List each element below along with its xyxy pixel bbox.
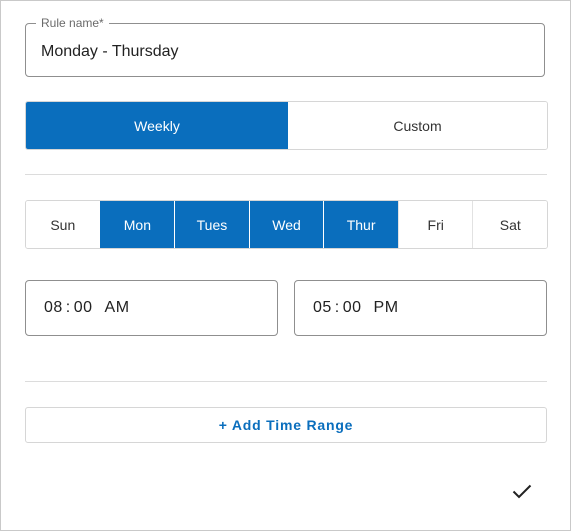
section-divider [25,381,547,382]
schedule-mode-toggle: Weekly Custom [25,101,548,150]
section-divider [25,174,547,175]
start-time-separator: : [65,299,71,316]
end-time-separator: : [334,299,340,316]
weekly-button[interactable]: Weekly [26,102,288,149]
day-selector: Sun Mon Tues Wed Thur Fri Sat [25,200,548,249]
rule-name-field[interactable]: Rule name* Monday - Thursday [25,16,545,77]
start-hour[interactable]: 08 [44,299,63,317]
end-time-input[interactable]: 05 : 00 PM [294,280,547,336]
day-fri[interactable]: Fri [397,201,473,248]
day-mon[interactable]: Mon [99,201,175,248]
add-time-range-button[interactable]: + Add Time Range [25,407,547,443]
start-minute[interactable]: 00 [74,299,93,317]
checkmark-icon[interactable] [510,479,534,503]
end-period[interactable]: PM [374,299,399,317]
end-minute[interactable]: 00 [343,299,362,317]
rule-editor-panel: Rule name* Monday - Thursday Weekly Cust… [0,0,571,531]
custom-button[interactable]: Custom [288,102,547,149]
day-sun[interactable]: Sun [26,201,100,248]
start-time-input[interactable]: 08 : 00 AM [25,280,278,336]
start-period[interactable]: AM [105,299,130,317]
day-thur[interactable]: Thur [323,201,398,248]
day-wed[interactable]: Wed [248,201,324,248]
day-tues[interactable]: Tues [174,201,249,248]
rule-name-label: Rule name* [36,16,109,30]
rule-name-input[interactable]: Monday - Thursday [41,42,179,62]
end-hour[interactable]: 05 [313,299,332,317]
day-sat[interactable]: Sat [472,201,547,248]
